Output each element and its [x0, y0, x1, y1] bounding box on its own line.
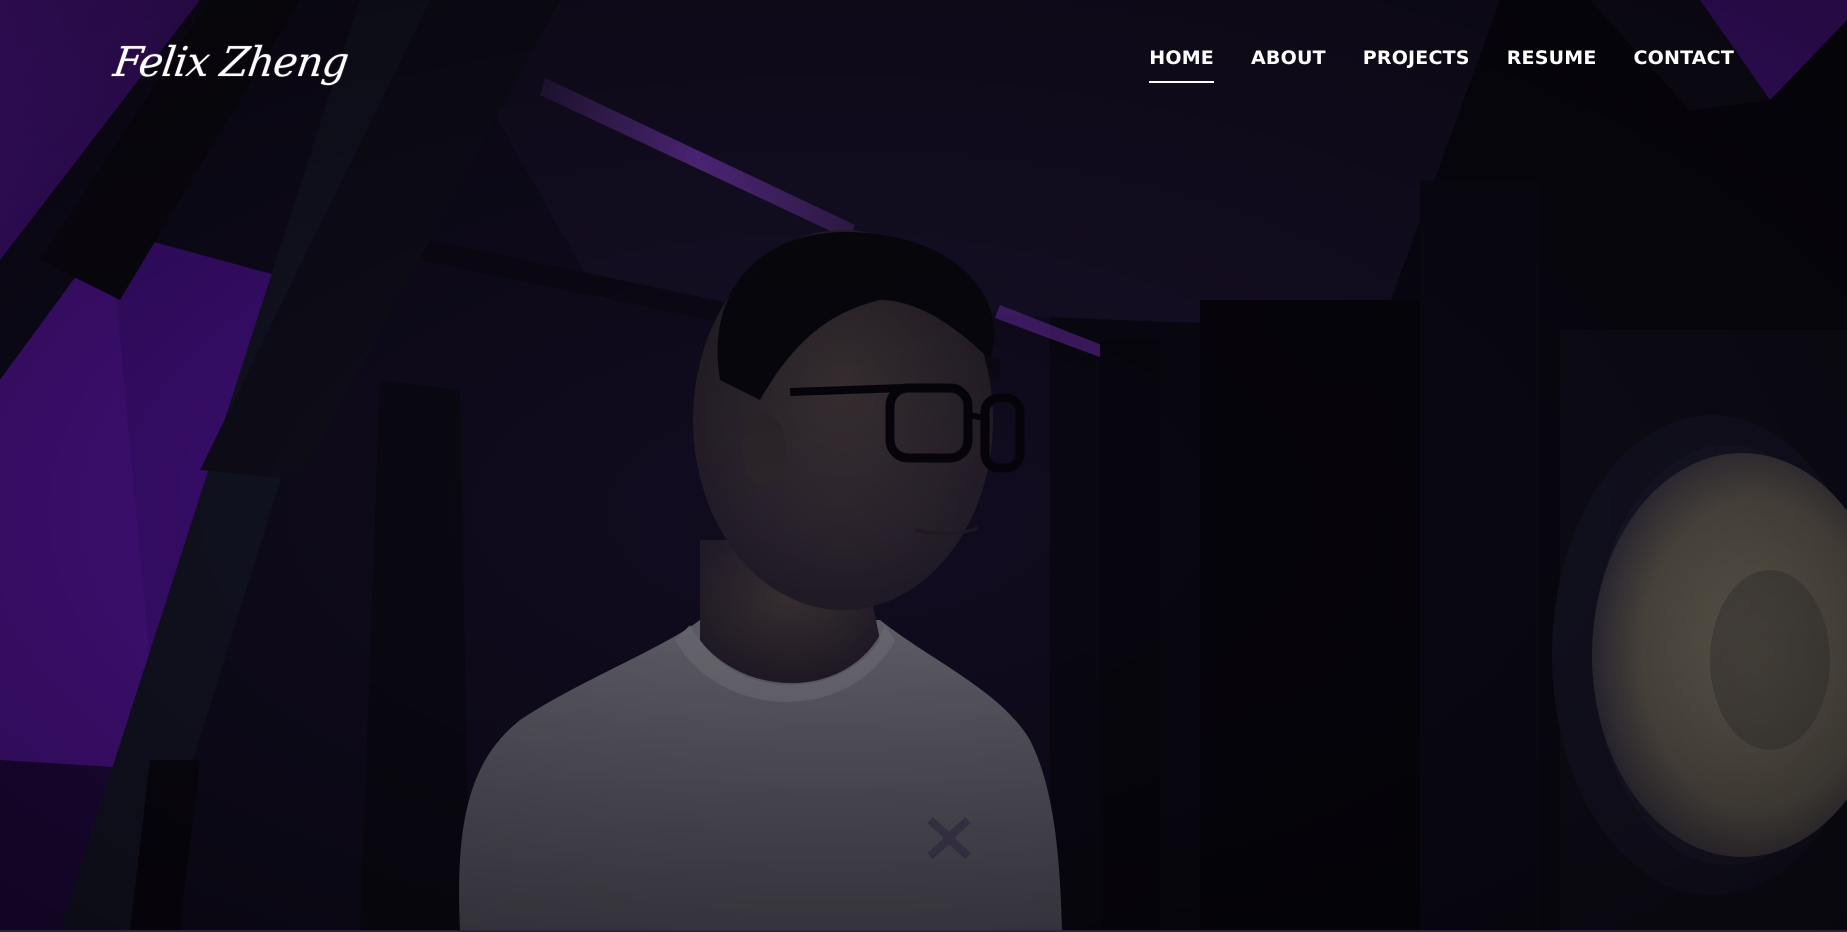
hero-background-photo	[0, 0, 1847, 930]
nav-projects-link[interactable]: PROJECTS	[1363, 46, 1470, 82]
main-nav: HOME ABOUT PROJECTS RESUME CONTACT	[1149, 46, 1735, 83]
site-logo[interactable]: Felix Zheng	[110, 32, 352, 92]
site-header: Felix Zheng HOME ABOUT PROJECTS RESUME C…	[0, 0, 1847, 120]
nav-resume-link[interactable]: RESUME	[1507, 46, 1597, 82]
nav-about-link[interactable]: ABOUT	[1251, 46, 1326, 82]
hero-section: Felix Zheng HOME ABOUT PROJECTS RESUME C…	[0, 0, 1847, 930]
nav-home-link[interactable]: HOME	[1149, 46, 1214, 83]
nav-contact-link[interactable]: CONTACT	[1634, 46, 1735, 82]
